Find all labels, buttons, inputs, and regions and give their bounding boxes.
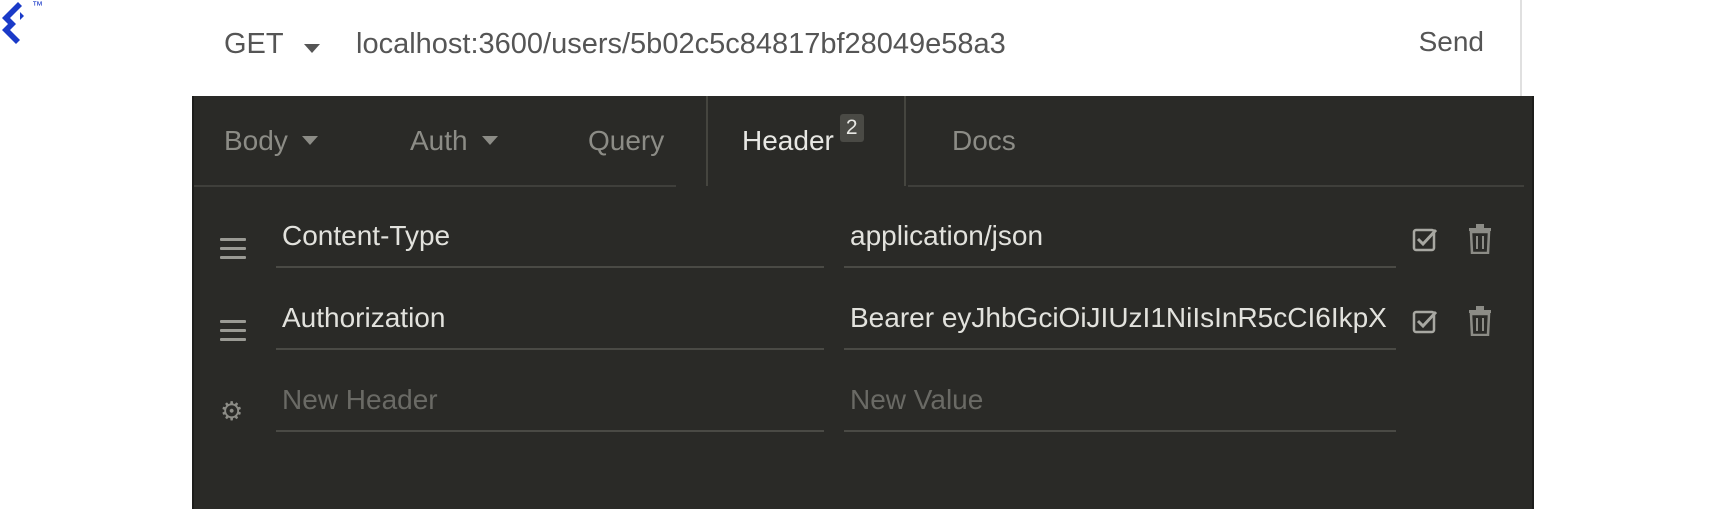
chevron-down-icon[interactable] — [304, 44, 320, 53]
tab-docs[interactable]: Docs — [952, 96, 1016, 186]
tab-docs-label: Docs — [952, 125, 1016, 156]
tab-body[interactable]: Body — [224, 96, 318, 186]
tab-query-label: Query — [588, 125, 665, 156]
request-panel: Body Auth Query Header 2 Docs Content-Typ… — [192, 96, 1534, 509]
new-header-name-input[interactable]: New Header — [276, 372, 824, 432]
drag-handle-icon[interactable] — [220, 320, 246, 347]
new-header-row: ⚙ New Header New Value — [194, 372, 1524, 452]
chevron-down-icon — [301, 136, 318, 146]
header-row: Authorization Bearer eyJhbGciOiJIUzI1NiI… — [194, 290, 1524, 370]
tab-auth[interactable]: Auth — [410, 96, 498, 186]
header-name-input[interactable]: Content-Type — [276, 208, 824, 268]
tab-auth-label: Auth — [410, 125, 468, 156]
send-button[interactable]: Send — [1419, 26, 1484, 58]
checkbox-checked-icon[interactable] — [1412, 226, 1438, 252]
header-count-badge: 2 — [839, 114, 864, 142]
header-value-input[interactable]: application/json — [844, 208, 1396, 268]
tab-query[interactable]: Query — [588, 96, 664, 186]
trash-icon[interactable] — [1468, 306, 1492, 336]
drag-handle-icon[interactable] — [220, 238, 246, 265]
trademark-mark: ™ — [32, 0, 43, 12]
header-name-input[interactable]: Authorization — [276, 290, 824, 350]
tab-header[interactable]: Header 2 — [706, 96, 906, 186]
request-tabs: Body Auth Query Header 2 Docs — [194, 96, 1524, 187]
url-bar: GET localhost:3600/users/5b02c5c84817bf2… — [192, 0, 1522, 98]
header-value-input[interactable]: Bearer eyJhbGciOiJIUzI1NiIsInR5cCI6IkpX — [844, 290, 1396, 350]
header-row: Content-Type application/json — [194, 208, 1524, 288]
method-select[interactable]: GET — [224, 28, 284, 61]
chevron-down-icon — [481, 136, 498, 146]
url-input[interactable]: localhost:3600/users/5b02c5c84817bf28049… — [356, 28, 1006, 61]
gear-icon[interactable]: ⚙ — [220, 398, 246, 424]
tab-body-label: Body — [224, 125, 288, 156]
toptal-logo: ™ — [0, 0, 60, 50]
new-header-value-input[interactable]: New Value — [844, 372, 1396, 432]
tab-header-label: Header — [742, 125, 834, 156]
checkbox-checked-icon[interactable] — [1412, 308, 1438, 334]
trash-icon[interactable] — [1468, 224, 1492, 254]
